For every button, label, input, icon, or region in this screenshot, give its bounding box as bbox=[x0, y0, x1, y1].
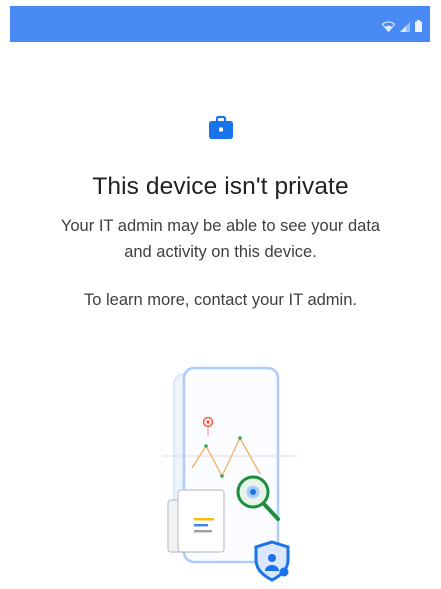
battery-icon bbox=[415, 20, 422, 32]
learn-more-text: To learn more, contact your IT admin. bbox=[84, 291, 357, 309]
briefcase-icon bbox=[208, 115, 234, 141]
signal-icon bbox=[400, 22, 410, 32]
device-monitoring-illustration bbox=[160, 366, 300, 584]
page-title: This device isn't private bbox=[92, 173, 349, 200]
status-bar bbox=[10, 6, 430, 42]
status-icons bbox=[382, 18, 422, 32]
wifi-icon bbox=[382, 21, 395, 32]
privacy-description: Your IT admin may be able to see your da… bbox=[60, 217, 381, 261]
